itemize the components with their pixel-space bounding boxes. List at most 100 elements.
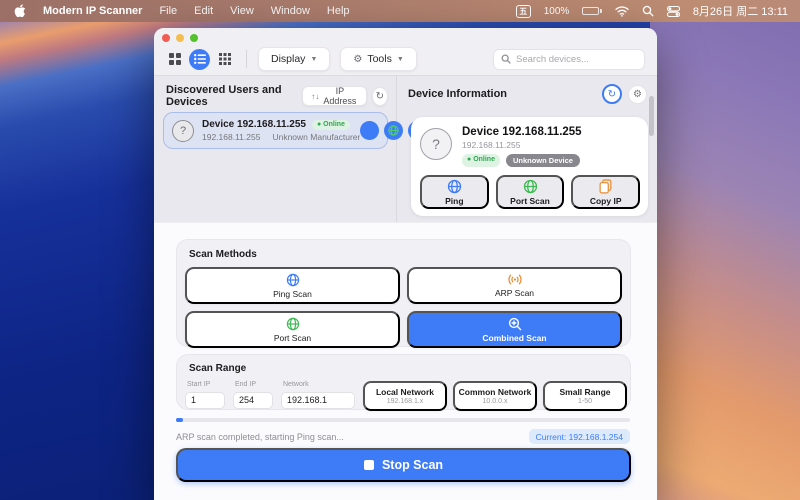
- copy-ip-button[interactable]: Copy IP: [571, 175, 640, 209]
- start-ip-input[interactable]: [185, 392, 225, 409]
- row-ping-button[interactable]: [360, 121, 379, 140]
- ping-button[interactable]: Ping: [420, 175, 489, 209]
- unknown-device-icon: ?: [172, 120, 194, 142]
- chevron-down-icon: ▼: [397, 56, 404, 63]
- scan-range-title: Scan Range: [189, 363, 622, 374]
- menu-help[interactable]: Help: [327, 5, 350, 17]
- menu-bar: Modern IP Scanner File Edit View Window …: [0, 0, 800, 22]
- network-label: Network: [283, 381, 355, 388]
- sort-by-ip-button[interactable]: ↑↓ IP Address: [302, 86, 366, 106]
- close-button[interactable]: [162, 34, 170, 42]
- port-scan-label: Port Scan: [510, 196, 550, 206]
- end-ip-input[interactable]: [233, 392, 273, 409]
- menubar-app-name[interactable]: Modern IP Scanner: [43, 5, 142, 17]
- zoom-button[interactable]: [190, 34, 198, 42]
- device-manufacturer: Unknown Manufacturer: [272, 132, 360, 142]
- local-network-preset[interactable]: Local Network 192.168.1.x: [363, 381, 447, 411]
- network-input[interactable]: [281, 392, 355, 409]
- traffic-lights: [162, 34, 198, 42]
- spotlight-search-icon[interactable]: [642, 5, 654, 17]
- refresh-info-button[interactable]: ↻: [602, 84, 622, 104]
- arp-scan-button[interactable]: ARP Scan: [407, 267, 622, 304]
- app-window: Display ▼ ⚙ Tools ▼ Discovered Users and…: [154, 28, 657, 500]
- port-scan-button[interactable]: Port Scan: [496, 175, 565, 209]
- tools-dropdown[interactable]: ⚙ Tools ▼: [340, 47, 416, 71]
- menu-window[interactable]: Window: [271, 5, 310, 17]
- stop-scan-button[interactable]: Stop Scan: [176, 448, 631, 482]
- device-list-item[interactable]: ? Device 192.168.11.255 ● Online 192.168…: [163, 112, 388, 149]
- display-dropdown[interactable]: Display ▼: [258, 47, 330, 71]
- online-status-badge: ● Online: [312, 120, 350, 130]
- view-toggle-group: [164, 49, 235, 70]
- grid-view-icon[interactable]: [164, 49, 185, 70]
- small-range-preset[interactable]: Small Range 1-50: [543, 381, 627, 411]
- panel-scrollbar[interactable]: [649, 96, 654, 136]
- local-network-label: Local Network: [376, 387, 434, 397]
- device-name: Device 192.168.11.255: [202, 119, 306, 130]
- device-info-card: ? Device 192.168.11.255 192.168.11.255 ●…: [411, 117, 648, 216]
- refresh-list-button[interactable]: ↻: [372, 87, 388, 106]
- toolbar-divider: [246, 50, 247, 68]
- compact-grid-view-icon[interactable]: [214, 49, 235, 70]
- clipboard-copy-icon: [599, 179, 612, 194]
- scan-progress-bar: [176, 418, 630, 422]
- info-settings-button[interactable]: ⚙: [628, 85, 647, 104]
- online-status-badge: ● Online: [462, 154, 500, 167]
- sort-arrows-icon: ↑↓: [311, 92, 319, 101]
- battery-icon: [582, 7, 602, 15]
- common-network-preset[interactable]: Common Network 10.0.0.x: [453, 381, 537, 411]
- online-status-text: Online: [473, 156, 495, 163]
- globe-green-icon: [523, 179, 538, 194]
- input-method-badge[interactable]: 五: [516, 5, 531, 18]
- small-range-label: Small Range: [559, 387, 610, 397]
- start-ip-field: Start IP: [185, 381, 225, 409]
- apple-menu-icon[interactable]: [14, 4, 26, 18]
- combined-scan-label: Combined Scan: [482, 333, 546, 343]
- current-ip-badge: Current: 192.168.1.254: [529, 429, 630, 444]
- control-center-icon[interactable]: [667, 6, 680, 17]
- radio-waves-icon: [506, 273, 524, 286]
- desktop-wallpaper-right: [650, 0, 800, 500]
- globe-blue-icon: [447, 179, 462, 194]
- ping-scan-label: Ping Scan: [273, 289, 312, 299]
- ping-scan-button[interactable]: Ping Scan: [185, 267, 400, 304]
- discovered-devices-title: Discovered Users and Devices: [166, 84, 302, 108]
- menu-edit[interactable]: Edit: [194, 5, 213, 17]
- scan-methods-title: Scan Methods: [189, 249, 622, 260]
- device-search-field[interactable]: [493, 49, 645, 70]
- unknown-device-icon: ?: [420, 128, 452, 160]
- main-panels: Discovered Users and Devices ↑↓ IP Addre…: [154, 76, 657, 222]
- port-scan-method-button[interactable]: Port Scan: [185, 311, 400, 348]
- menu-view[interactable]: View: [230, 5, 254, 17]
- end-ip-field: End IP: [233, 381, 273, 409]
- info-device-ip: 192.168.11.255: [462, 140, 582, 150]
- online-status-text: Online: [323, 121, 345, 128]
- menu-file[interactable]: File: [159, 5, 177, 17]
- search-icon: [501, 54, 511, 64]
- menubar-clock[interactable]: 8月26日 周二 13:11: [693, 3, 788, 19]
- scan-progress-fill: [176, 418, 183, 422]
- globe-green-icon: [286, 317, 300, 331]
- minimize-button[interactable]: [176, 34, 184, 42]
- scan-range-section: Scan Range Start IP End IP Network Local…: [176, 354, 631, 410]
- ping-label: Ping: [445, 196, 463, 206]
- chevron-down-icon: ▼: [310, 56, 317, 63]
- arp-scan-label: ARP Scan: [495, 288, 534, 298]
- discovered-devices-panel: Discovered Users and Devices ↑↓ IP Addre…: [154, 76, 397, 222]
- common-network-sub: 10.0.0.x: [483, 398, 508, 405]
- battery-percentage: 100%: [544, 6, 570, 17]
- window-titlebar: Display ▼ ⚙ Tools ▼: [154, 28, 657, 76]
- list-view-icon[interactable]: [189, 49, 210, 70]
- combined-scan-button[interactable]: Combined Scan: [407, 311, 622, 348]
- scan-methods-section: Scan Methods Ping Scan ARP Scan: [176, 239, 631, 347]
- search-input[interactable]: [516, 54, 626, 65]
- globe-blue-icon: [286, 273, 300, 287]
- stop-scan-label: Stop Scan: [382, 458, 443, 472]
- scan-controls-sheet: Scan Methods Ping Scan ARP Scan: [154, 223, 657, 500]
- wifi-icon[interactable]: [615, 6, 629, 17]
- device-type-badge: Unknown Device: [506, 154, 580, 167]
- scan-status-message: ARP scan completed, starting Ping scan..…: [176, 432, 344, 442]
- device-ip: 192.168.11.255: [202, 132, 260, 142]
- local-network-sub: 192.168.1.x: [387, 398, 424, 405]
- common-network-label: Common Network: [459, 387, 532, 397]
